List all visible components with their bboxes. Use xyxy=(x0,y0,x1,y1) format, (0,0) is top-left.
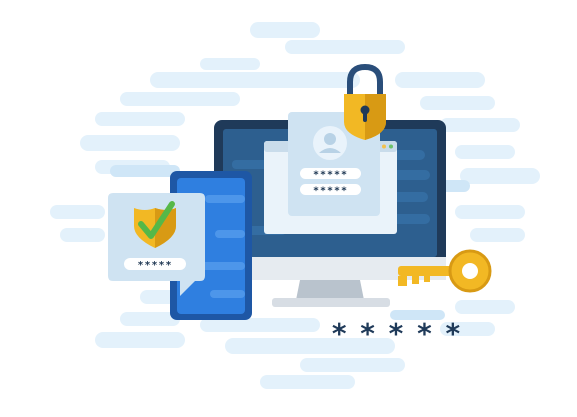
security-illustration: ***** ***** ***** * * * * * xyxy=(0,0,577,417)
padlock-icon xyxy=(344,63,386,140)
monitor-base xyxy=(272,298,390,307)
verification-bubble: ***** xyxy=(108,193,205,296)
username-mask-text: ***** xyxy=(313,170,348,181)
pin-mask-text: ***** xyxy=(137,260,172,271)
password-mask-text: ***** xyxy=(313,186,348,197)
monitor-neck xyxy=(296,280,364,300)
user-avatar-icon xyxy=(313,126,347,160)
illustration-canvas: ***** ***** ***** * * * * * xyxy=(50,22,540,389)
password-mask-bottom: * * * * * xyxy=(332,317,462,350)
